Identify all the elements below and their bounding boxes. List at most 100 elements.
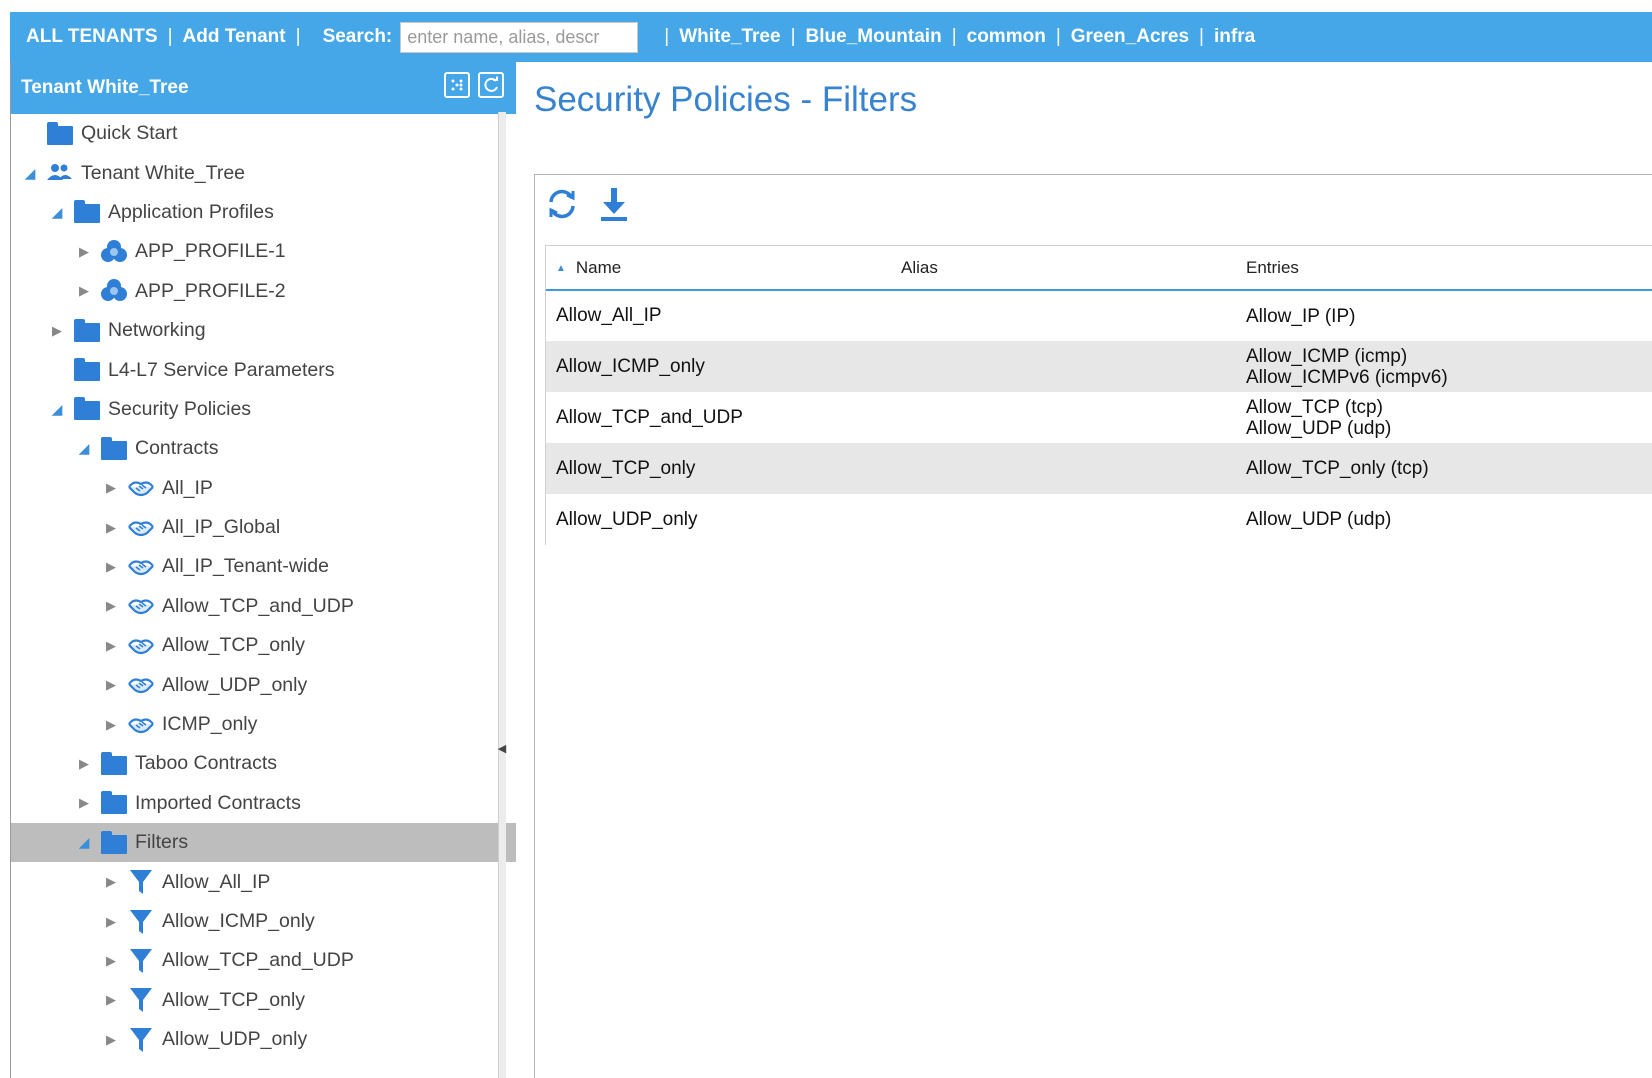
- tenant-link[interactable]: infra: [1214, 26, 1255, 48]
- tree-item[interactable]: ▶ Allow_TCP_and_UDP: [11, 587, 516, 626]
- entry-item: Allow_ICMPv6 (icmpv6): [1246, 366, 1448, 388]
- expand-caret-icon[interactable]: ▶: [102, 992, 120, 1008]
- collapse-caret-icon[interactable]: ◢: [48, 401, 66, 418]
- expand-caret-icon[interactable]: ▶: [75, 795, 93, 811]
- cell-name: Allow_All_IP: [556, 305, 662, 326]
- app-profile-icon: [99, 279, 129, 303]
- search-label: Search:: [322, 26, 393, 47]
- sidebar-header: Tenant White_Tree: [11, 62, 516, 114]
- tree-item[interactable]: ▶ Allow_TCP_and_UDP: [11, 941, 516, 980]
- column-header-entries[interactable]: Entries: [1236, 246, 1652, 291]
- folder-icon: [99, 830, 129, 855]
- tree-item-label: Security Policies: [108, 397, 252, 420]
- expand-caret-icon[interactable]: ▶: [102, 677, 120, 693]
- tree-item-label: APP_PROFILE-2: [135, 279, 286, 302]
- app-profile-icon: [99, 239, 129, 264]
- filter-funnel-icon: [126, 948, 156, 973]
- tree-item[interactable]: ▶ ICMP_only: [11, 705, 516, 744]
- separator: |: [1055, 26, 1061, 47]
- search-input[interactable]: [400, 21, 639, 53]
- contract-handshake-icon: [126, 673, 156, 697]
- folder-icon: [72, 358, 102, 382]
- table-row[interactable]: Allow_TCP_only Allow_TCP_only (tcp): [546, 443, 1652, 494]
- tree-item[interactable]: ▶ Allow_TCP_only: [11, 626, 516, 665]
- entry-item: Allow_TCP (tcp): [1246, 396, 1383, 418]
- tree-item[interactable]: ▶ APP_PROFILE-1: [11, 232, 516, 271]
- column-header-name[interactable]: ▲ Name: [546, 246, 891, 291]
- tree-item[interactable]: ◢ Filters: [11, 823, 516, 863]
- tree-item[interactable]: ▶Quick Start: [11, 114, 516, 153]
- expand-caret-icon[interactable]: ▶: [102, 717, 120, 733]
- tree-item[interactable]: ▶ All_IP_Global: [11, 508, 516, 547]
- tree-item-label: Filters: [135, 831, 189, 854]
- layout-icon[interactable]: [444, 72, 470, 98]
- collapse-caret-icon[interactable]: ◢: [75, 440, 93, 457]
- tenant-link[interactable]: Blue_Mountain: [806, 26, 942, 48]
- tree-item[interactable]: ▶ Imported Contracts: [11, 784, 516, 823]
- expand-caret-icon[interactable]: ▶: [75, 283, 93, 299]
- tenant-quick-links: | White_Tree | Blue_Mountain | common | Green_A…: [654, 26, 1255, 48]
- tree-item[interactable]: ▶ Taboo Contracts: [11, 744, 516, 783]
- folder-icon: [99, 436, 129, 461]
- collapse-sidebar-icon[interactable]: ◀: [498, 733, 506, 763]
- tenant-link[interactable]: common: [967, 26, 1046, 48]
- cell-entries: Allow_TCP_only (tcp): [1236, 443, 1652, 494]
- tree-item[interactable]: ◢ Security Policies: [11, 390, 516, 429]
- tree-item-label: Allow_UDP_only: [162, 1028, 308, 1051]
- contract-handshake-icon: [126, 594, 156, 618]
- tree-item[interactable]: ▶ Allow_All_IP: [11, 862, 516, 901]
- tenant-link[interactable]: White_Tree: [679, 26, 780, 48]
- tree-item[interactable]: ▶ All_IP_Tenant-wide: [11, 547, 516, 586]
- expand-caret-icon[interactable]: ▶: [102, 520, 120, 536]
- entry-item: Allow_ICMP (icmp): [1246, 345, 1408, 367]
- navigation-tree: ▶Quick Start◢Tenant White_Tree◢Applicati…: [11, 114, 516, 1059]
- tenant-link[interactable]: Green_Acres: [1071, 26, 1189, 48]
- refresh-icon[interactable]: [543, 185, 581, 223]
- cell-entries: Allow_ICMP (icmp) Allow_ICMPv6 (icmpv6): [1236, 341, 1652, 392]
- tree-item[interactable]: ▶ Networking: [11, 311, 516, 350]
- tree-item[interactable]: ◢ Application Profiles: [11, 193, 516, 232]
- expand-caret-icon[interactable]: ▶: [102, 953, 120, 969]
- refresh-icon[interactable]: [478, 72, 504, 98]
- tree-item[interactable]: ▶ Allow_UDP_only: [11, 1020, 516, 1059]
- sidebar-resize-strip[interactable]: [498, 112, 506, 1078]
- expand-caret-icon[interactable]: ▶: [75, 756, 93, 772]
- expand-caret-icon[interactable]: ▶: [48, 323, 66, 339]
- table-row[interactable]: Allow_All_IP Allow_IP (IP): [546, 290, 1652, 341]
- tree-item[interactable]: ▶ Allow_TCP_only: [11, 981, 516, 1020]
- tree-item[interactable]: ▶ APP_PROFILE-2: [11, 272, 516, 311]
- tree-item[interactable]: ▶L4-L7 Service Parameters: [11, 350, 516, 389]
- expand-caret-icon[interactable]: ▶: [102, 480, 120, 496]
- tree-item[interactable]: ◢ Contracts: [11, 429, 516, 468]
- folder-icon: [72, 397, 102, 421]
- cell-entries: Allow_UDP (udp): [1236, 494, 1652, 545]
- tree-item[interactable]: ▶ All_IP: [11, 469, 516, 508]
- table-row[interactable]: Allow_UDP_only Allow_UDP (udp): [546, 494, 1652, 545]
- tree-item-label: Taboo Contracts: [135, 752, 277, 775]
- expand-caret-icon[interactable]: ▶: [102, 559, 120, 575]
- expand-caret-icon[interactable]: ▶: [75, 244, 93, 260]
- tree-item[interactable]: ◢ Tenant White_Tree: [11, 153, 516, 192]
- contract-handshake-icon: [126, 713, 156, 737]
- expand-caret-icon[interactable]: ▶: [102, 874, 120, 890]
- tree-item-label: Allow_UDP_only: [162, 673, 308, 696]
- tree-item[interactable]: ▶ Allow_ICMP_only: [11, 902, 516, 941]
- expand-caret-icon[interactable]: ▶: [102, 1032, 120, 1048]
- sidebar-title: Tenant White_Tree: [21, 77, 189, 98]
- table-row[interactable]: Allow_TCP_and_UDP Allow_TCP (tcp) Allow_UD…: [546, 392, 1652, 443]
- expand-caret-icon[interactable]: ▶: [102, 598, 120, 614]
- separator: |: [664, 26, 670, 47]
- expand-caret-icon[interactable]: ▶: [102, 914, 120, 930]
- tree-item[interactable]: ▶ Allow_UDP_only: [11, 665, 516, 704]
- column-header-alias[interactable]: Alias: [891, 246, 1236, 291]
- download-icon[interactable]: [595, 185, 633, 223]
- expand-caret-icon[interactable]: ▶: [102, 638, 120, 654]
- collapse-caret-icon[interactable]: ◢: [21, 165, 39, 182]
- add-tenant-link[interactable]: Add Tenant: [183, 26, 286, 48]
- collapse-caret-icon[interactable]: ◢: [48, 204, 66, 221]
- all-tenants-link[interactable]: ALL TENANTS: [26, 26, 158, 48]
- folder-icon: [72, 318, 102, 343]
- tree-item-label: L4-L7 Service Parameters: [108, 358, 335, 381]
- table-row[interactable]: Allow_ICMP_only Allow_ICMP (icmp) Allow_IC…: [546, 341, 1652, 392]
- collapse-caret-icon[interactable]: ◢: [75, 834, 93, 851]
